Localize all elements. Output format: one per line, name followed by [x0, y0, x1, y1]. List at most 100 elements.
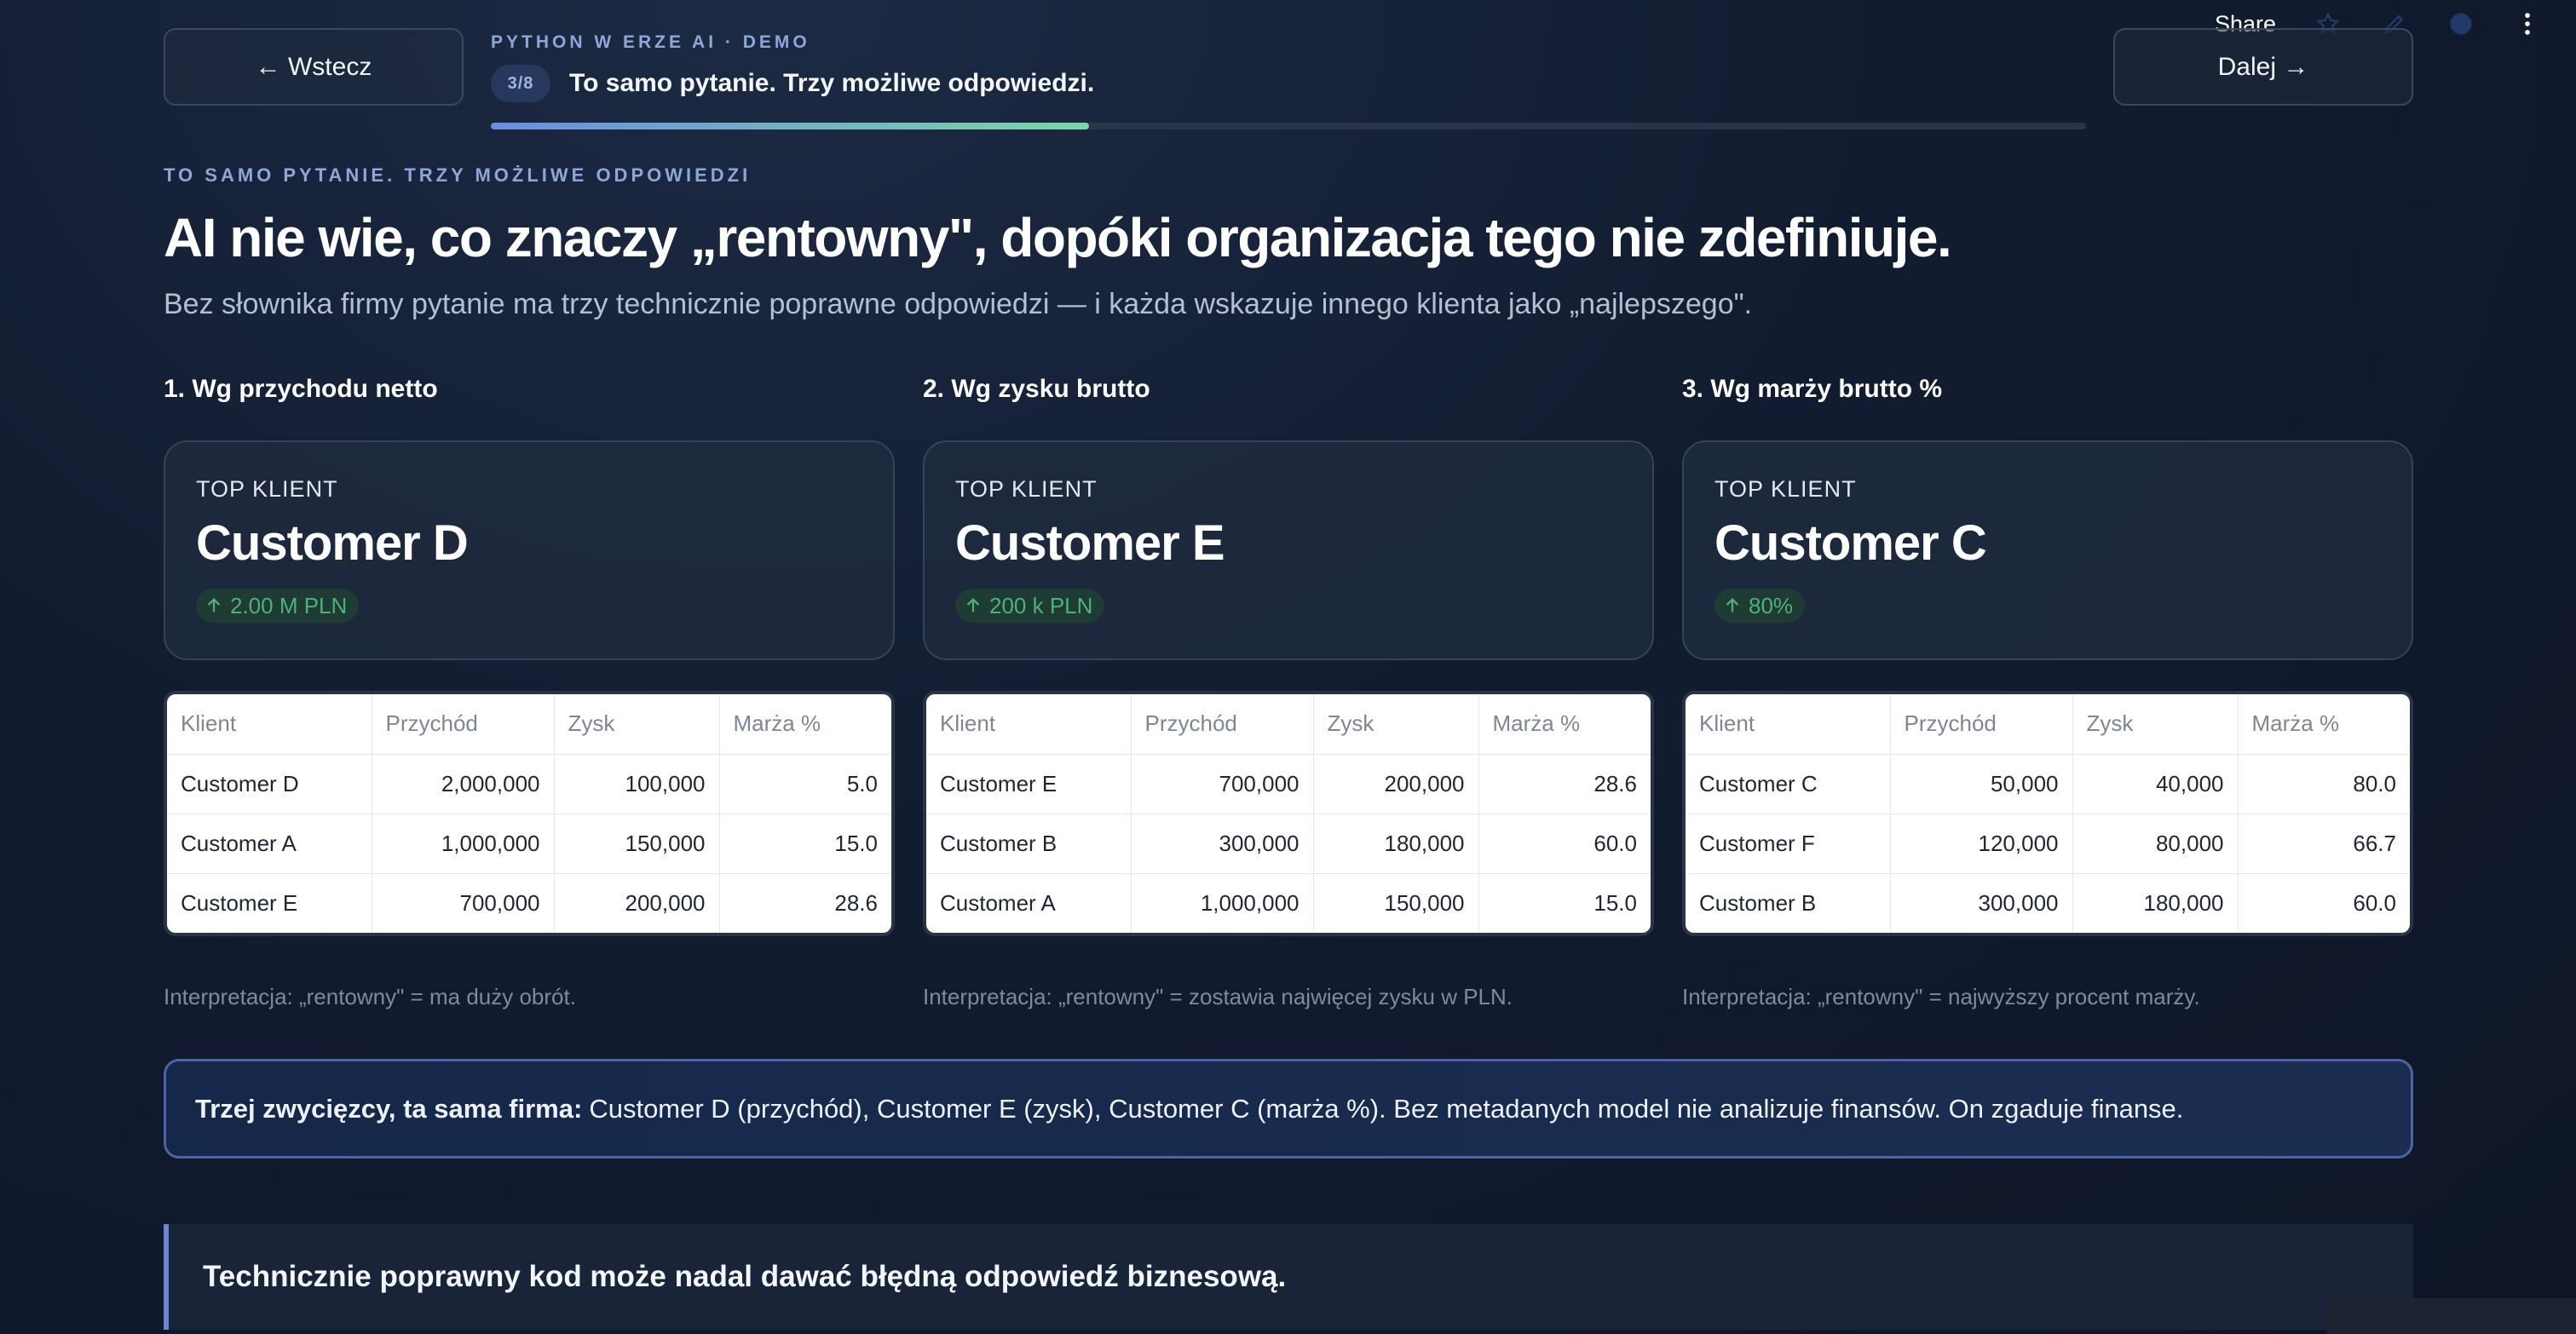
cell-client[interactable]: Customer D: [167, 754, 372, 814]
ranking-column-margin: 3. Wg marży brutto % TOP KLIENT Customer…: [1682, 375, 2413, 1010]
cell-revenue[interactable]: 2,000,000: [372, 754, 555, 814]
header-profit[interactable]: Zysk: [554, 694, 720, 755]
header-revenue[interactable]: Przychód: [1131, 694, 1314, 755]
column-heading: 1. Wg przychodu netto: [164, 375, 438, 403]
cell-margin[interactable]: 80.0: [2238, 754, 2410, 814]
header-margin[interactable]: Marża %: [2238, 694, 2410, 755]
github-icon[interactable]: [2446, 9, 2475, 38]
more-vertical-icon[interactable]: [2513, 9, 2542, 38]
data-table[interactable]: Klient Przychód Zysk Marża % Customer C …: [1682, 691, 2413, 936]
cell-profit[interactable]: 180,000: [1313, 814, 1479, 874]
metric-value: Customer E: [955, 515, 1225, 571]
cell-revenue[interactable]: 1,000,000: [372, 814, 555, 874]
ranking-column-profit: 2. Wg zysku brutto TOP KLIENT Customer E…: [923, 375, 1654, 1010]
cell-profit[interactable]: 180,000: [2072, 873, 2239, 933]
metric-delta: 2.00 M PLN: [196, 589, 360, 623]
cell-margin[interactable]: 28.6: [719, 873, 891, 933]
table-header-row: Klient Przychód Zysk Marża %: [926, 694, 1651, 755]
cell-revenue[interactable]: 50,000: [1890, 754, 2073, 814]
callout-bold: Trzej zwycięzcy, ta sama firma:: [195, 1093, 583, 1124]
status-widget[interactable]: [2327, 1298, 2576, 1334]
cell-profit[interactable]: 100,000: [554, 754, 720, 814]
table-row: Customer D 2,000,000 100,000 5.0: [167, 754, 891, 814]
table-row: Customer E 700,000 200,000 28.6: [167, 873, 891, 933]
header-profit[interactable]: Zysk: [1313, 694, 1479, 755]
column-heading: 2. Wg zysku brutto: [923, 375, 1150, 403]
cell-client[interactable]: Customer A: [167, 814, 372, 874]
cell-profit[interactable]: 40,000: [2072, 754, 2239, 814]
table-row: Customer A 1,000,000 150,000 15.0: [167, 814, 891, 874]
cell-revenue[interactable]: 300,000: [1890, 873, 2073, 933]
interpretation-note: Interpretacja: „rentowny" = ma duży obró…: [164, 984, 576, 1009]
top-client-metric: TOP KLIENT Customer C 80%: [1682, 440, 2413, 660]
header-client[interactable]: Klient: [926, 694, 1132, 755]
header-margin[interactable]: Marża %: [719, 694, 891, 755]
metric-delta: 200 k PLN: [955, 589, 1105, 623]
arrow-up-icon: [207, 598, 221, 612]
arrow-up-icon: [966, 598, 980, 612]
delta-value: 2.00 M PLN: [230, 592, 348, 618]
cell-profit[interactable]: 200,000: [1313, 754, 1479, 814]
ranking-column-revenue: 1. Wg przychodu netto TOP KLIENT Custome…: [164, 375, 895, 1010]
cell-revenue[interactable]: 120,000: [1890, 814, 2073, 874]
table-row: Customer F 120,000 80,000 66.7: [1686, 814, 2410, 874]
arrow-up-icon: [1726, 598, 1739, 612]
takeaway-quote: Technicznie poprawny kod może nadal dawa…: [164, 1224, 2413, 1330]
cell-client[interactable]: Customer B: [926, 814, 1132, 874]
header-client[interactable]: Klient: [167, 694, 372, 755]
cell-revenue[interactable]: 700,000: [372, 873, 555, 933]
deck-kicker: PYTHON W ERZE AI · DEMO: [491, 32, 810, 52]
header-revenue[interactable]: Przychód: [372, 694, 555, 755]
table-row: Customer C 50,000 40,000 80.0: [1686, 754, 2410, 814]
cell-client[interactable]: Customer F: [1686, 814, 1891, 874]
cell-margin[interactable]: 5.0: [719, 754, 891, 814]
back-button[interactable]: ← Wstecz: [164, 28, 464, 106]
cell-profit[interactable]: 150,000: [554, 814, 720, 874]
data-table[interactable]: Klient Przychód Zysk Marża % Customer D …: [164, 691, 895, 936]
section-eyebrow: TO SAMO PYTANIE. TRZY MOŻLIWE ODPOWIEDZI: [164, 164, 752, 186]
metric-value: Customer D: [196, 515, 469, 571]
cell-revenue[interactable]: 1,000,000: [1131, 873, 1314, 933]
header-profit[interactable]: Zysk: [2072, 694, 2239, 755]
cell-client[interactable]: Customer C: [1686, 754, 1891, 814]
cell-profit[interactable]: 200,000: [554, 873, 720, 933]
cell-client[interactable]: Customer B: [1686, 873, 1891, 933]
header-revenue[interactable]: Przychód: [1890, 694, 2073, 755]
callout-text: Customer D (przychód), Customer E (zysk)…: [589, 1093, 2184, 1124]
step-indicator: 3/8 To samo pytanie. Trzy możliwe odpowi…: [491, 65, 1094, 102]
progress-bar: [491, 123, 2086, 129]
table-header-row: Klient Przychód Zysk Marża %: [167, 694, 891, 755]
metric-delta: 80%: [1714, 589, 1806, 623]
cell-margin[interactable]: 15.0: [1478, 873, 1651, 933]
table-header-row: Klient Przychód Zysk Marża %: [1686, 694, 2410, 755]
step-title: To samo pytanie. Trzy możliwe odpowiedzi…: [569, 69, 1095, 97]
page-lead: Bez słownika firmy pytanie ma trzy techn…: [164, 288, 1753, 320]
cell-margin[interactable]: 60.0: [2238, 873, 2410, 933]
interpretation-note: Interpretacja: „rentowny" = najwyższy pr…: [1682, 984, 2200, 1009]
next-button[interactable]: Dalej →: [2113, 28, 2413, 106]
header-client[interactable]: Klient: [1686, 694, 1891, 755]
cell-margin[interactable]: 60.0: [1478, 814, 1651, 874]
top-client-metric: TOP KLIENT Customer E 200 k PLN: [923, 440, 1654, 660]
top-client-metric: TOP KLIENT Customer D 2.00 M PLN: [164, 440, 895, 660]
cell-client[interactable]: Customer E: [926, 754, 1132, 814]
header-margin[interactable]: Marża %: [1478, 694, 1651, 755]
step-badge: 3/8: [491, 65, 550, 102]
metric-label: TOP KLIENT: [955, 476, 1098, 502]
data-table[interactable]: Klient Przychód Zysk Marża % Customer E …: [923, 691, 1654, 936]
cell-margin[interactable]: 66.7: [2238, 814, 2410, 874]
cell-profit[interactable]: 80,000: [2072, 814, 2239, 874]
cell-margin[interactable]: 28.6: [1478, 754, 1651, 814]
table-row: Customer E 700,000 200,000 28.6: [926, 754, 1651, 814]
cell-revenue[interactable]: 700,000: [1131, 754, 1314, 814]
cell-margin[interactable]: 15.0: [719, 814, 891, 874]
table-row: Customer B 300,000 180,000 60.0: [926, 814, 1651, 874]
cell-client[interactable]: Customer A: [926, 873, 1132, 933]
metric-label: TOP KLIENT: [196, 476, 338, 502]
summary-callout: Trzej zwycięzcy, ta sama firma: Customer…: [164, 1059, 2413, 1159]
delta-value: 80%: [1749, 592, 1794, 618]
cell-client[interactable]: Customer E: [167, 873, 372, 933]
page-headline: AI nie wie, co znaczy „rentowny", dopóki…: [164, 207, 1952, 268]
cell-revenue[interactable]: 300,000: [1131, 814, 1314, 874]
cell-profit[interactable]: 150,000: [1313, 873, 1479, 933]
